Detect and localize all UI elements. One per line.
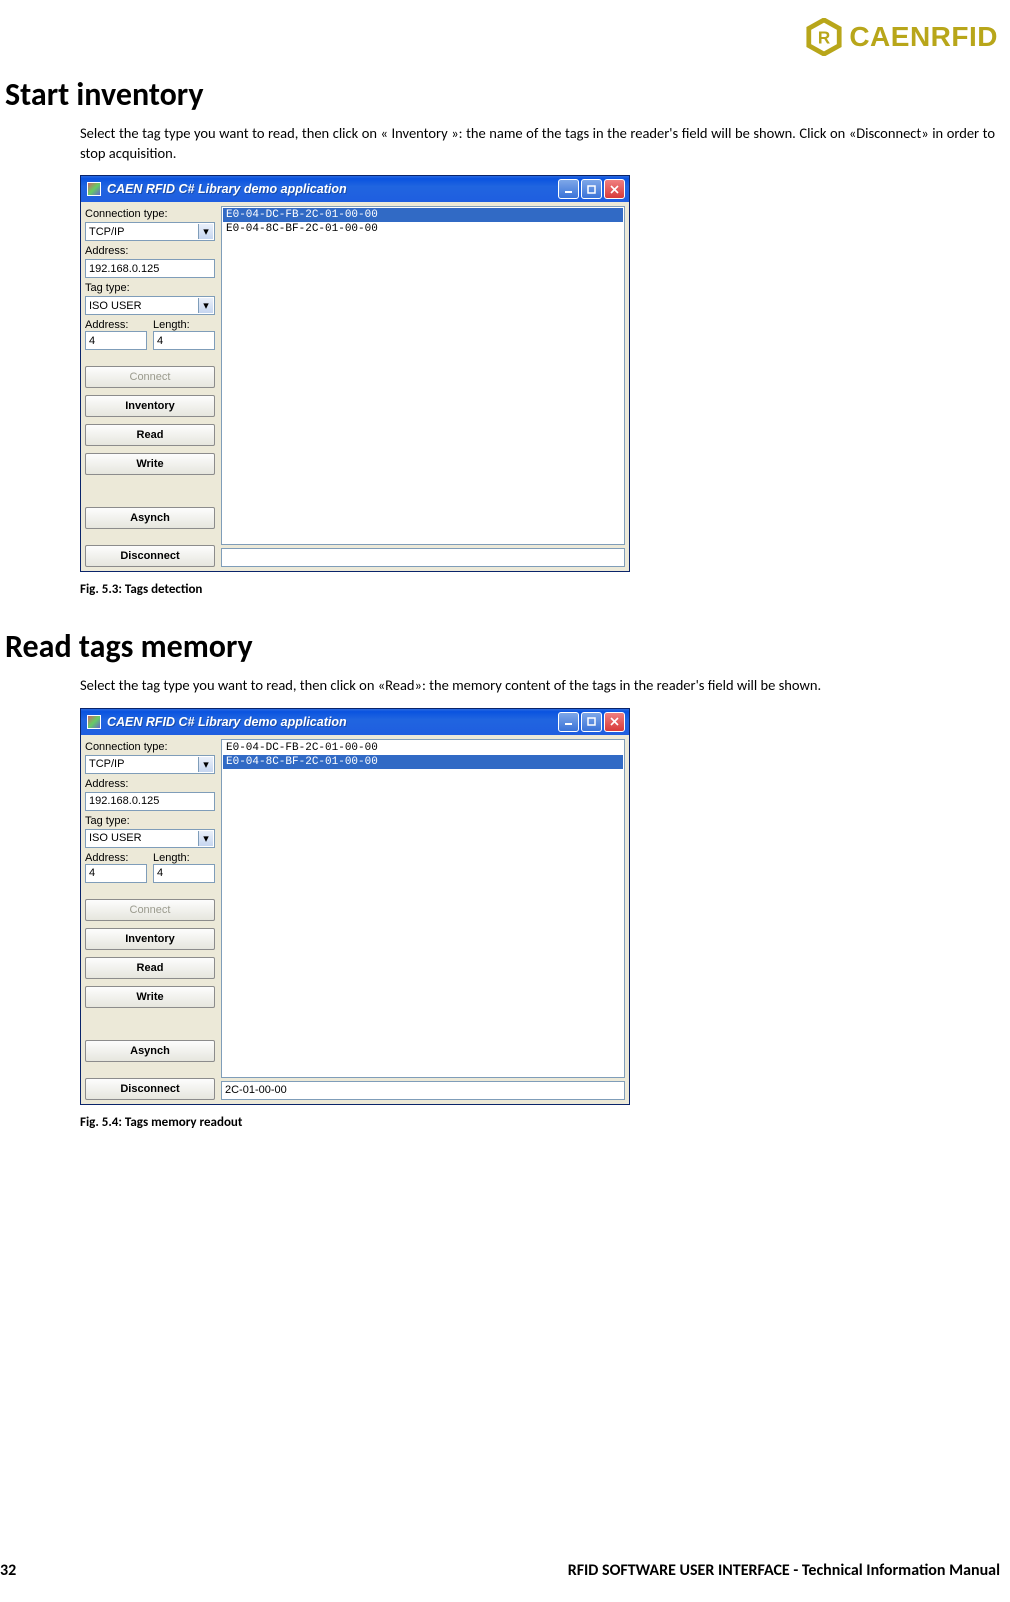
label-tag-type: Tag type: — [85, 282, 215, 294]
logo-hex-icon: R — [805, 18, 843, 56]
disconnect-button[interactable]: Disconnect — [85, 545, 215, 567]
app-window-fig54: CAEN RFID C# Library demo application Co… — [80, 708, 630, 1105]
asynch-button[interactable]: Asynch — [85, 507, 215, 529]
page-number: 32 — [0, 1561, 16, 1580]
window-title: CAEN RFID C# Library demo application — [107, 182, 558, 196]
conn-type-select[interactable]: TCP/IP▾ — [85, 755, 215, 774]
write-button[interactable]: Write — [85, 453, 215, 475]
paragraph-read-tags: Select the tag type you want to read, th… — [80, 676, 995, 696]
asynch-button[interactable]: Asynch — [85, 1040, 215, 1062]
write-button[interactable]: Write — [85, 986, 215, 1008]
caption-fig54: Fig. 5.4: Tags memory readout — [80, 1115, 1000, 1130]
brand-logo: R CAENRFID — [805, 18, 998, 56]
read-button[interactable]: Read — [85, 957, 215, 979]
inventory-button[interactable]: Inventory — [85, 928, 215, 950]
status-output: 2C-01-00-00 — [221, 1081, 625, 1100]
chevron-down-icon: ▾ — [198, 298, 213, 313]
list-item[interactable]: E0-04-DC-FB-2C-01-00-00 — [223, 208, 623, 222]
address-input[interactable]: 192.168.0.125 — [85, 792, 215, 811]
close-button[interactable] — [604, 712, 625, 732]
label-address: Address: — [85, 778, 215, 790]
chevron-down-icon: ▾ — [198, 224, 213, 239]
svg-text:R: R — [818, 29, 830, 48]
chevron-down-icon: ▾ — [198, 757, 213, 772]
tag-list[interactable]: E0-04-DC-FB-2C-01-00-00 E0-04-8C-BF-2C-0… — [221, 206, 625, 545]
footer-title: RFID SOFTWARE USER INTERFACE - Technical… — [568, 1561, 1000, 1580]
titlebar[interactable]: CAEN RFID C# Library demo application — [81, 709, 629, 735]
addr2-input[interactable]: 4 — [85, 331, 147, 350]
titlebar[interactable]: CAEN RFID C# Library demo application — [81, 176, 629, 202]
list-item[interactable]: E0-04-DC-FB-2C-01-00-00 — [223, 741, 623, 755]
address-input[interactable]: 192.168.0.125 — [85, 259, 215, 278]
window-title: CAEN RFID C# Library demo application — [107, 715, 558, 729]
minimize-button[interactable] — [558, 712, 579, 732]
conn-type-select[interactable]: TCP/IP▾ — [85, 222, 215, 241]
caption-fig53: Fig. 5.3: Tags detection — [80, 582, 1000, 597]
chevron-down-icon: ▾ — [198, 831, 213, 846]
brand-name: CAENRFID — [849, 21, 998, 53]
app-icon — [87, 715, 101, 729]
paragraph-start-inventory: Select the tag type you want to read, th… — [80, 124, 995, 163]
connect-button[interactable]: Connect — [85, 366, 215, 388]
label-addr2: Address: — [85, 852, 147, 864]
label-addr2: Address: — [85, 319, 147, 331]
status-output — [221, 548, 625, 567]
app-icon — [87, 182, 101, 196]
length-input[interactable]: 4 — [153, 331, 215, 350]
minimize-button[interactable] — [558, 179, 579, 199]
label-conn-type: Connection type: — [85, 208, 215, 220]
maximize-button[interactable] — [581, 712, 602, 732]
connect-button[interactable]: Connect — [85, 899, 215, 921]
label-conn-type: Connection type: — [85, 741, 215, 753]
length-input[interactable]: 4 — [153, 864, 215, 883]
list-item[interactable]: E0-04-8C-BF-2C-01-00-00 — [223, 222, 623, 236]
app-window-fig53: CAEN RFID C# Library demo application Co… — [80, 175, 630, 572]
maximize-button[interactable] — [581, 179, 602, 199]
tag-type-select[interactable]: ISO USER▾ — [85, 829, 215, 848]
tag-type-select[interactable]: ISO USER▾ — [85, 296, 215, 315]
heading-start-inventory: Start inventory — [5, 75, 1000, 114]
close-button[interactable] — [604, 179, 625, 199]
addr2-input[interactable]: 4 — [85, 864, 147, 883]
inventory-button[interactable]: Inventory — [85, 395, 215, 417]
label-length: Length: — [153, 852, 215, 864]
label-length: Length: — [153, 319, 215, 331]
disconnect-button[interactable]: Disconnect — [85, 1078, 215, 1100]
read-button[interactable]: Read — [85, 424, 215, 446]
heading-read-tags: Read tags memory — [5, 627, 1000, 666]
tag-list[interactable]: E0-04-DC-FB-2C-01-00-00 E0-04-8C-BF-2C-0… — [221, 739, 625, 1078]
list-item[interactable]: E0-04-8C-BF-2C-01-00-00 — [223, 755, 623, 769]
label-address: Address: — [85, 245, 215, 257]
label-tag-type: Tag type: — [85, 815, 215, 827]
